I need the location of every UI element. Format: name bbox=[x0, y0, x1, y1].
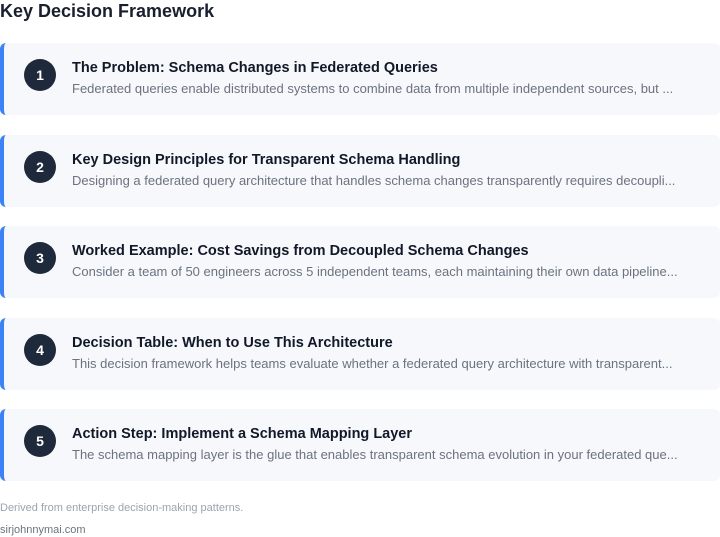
step-title: Worked Example: Cost Savings from Decoup… bbox=[72, 243, 529, 259]
step-description: The schema mapping layer is the glue tha… bbox=[72, 447, 678, 462]
step-title: The Problem: Schema Changes in Federated… bbox=[72, 60, 438, 76]
footer-source-link[interactable]: sirjohnnymai.com bbox=[0, 524, 86, 537]
step-card-4[interactable]: 4 Decision Table: When to Use This Archi… bbox=[0, 317, 720, 390]
step-number-badge: 2 bbox=[24, 150, 56, 183]
step-description: Consider a team of 50 engineers across 5… bbox=[72, 264, 678, 279]
step-number-badge: 4 bbox=[24, 333, 56, 366]
step-card-2[interactable]: 2 Key Design Principles for Transparent … bbox=[0, 134, 720, 207]
step-card-1[interactable]: 1 The Problem: Schema Changes in Federat… bbox=[0, 43, 720, 115]
step-number-badge: 3 bbox=[24, 242, 56, 274]
step-title: Action Step: Implement a Schema Mapping … bbox=[72, 426, 413, 442]
page-title: Key Decision Framework bbox=[0, 1, 215, 21]
step-description: Federated queries enable distributed sys… bbox=[72, 81, 674, 96]
step-title: Key Design Principles for Transparent Sc… bbox=[72, 151, 461, 168]
step-card-5[interactable]: 5 Action Step: Implement a Schema Mappin… bbox=[0, 409, 720, 481]
step-title: Decision Table: When to Use This Archite… bbox=[72, 334, 393, 351]
step-list: 1 The Problem: Schema Changes in Federat… bbox=[0, 43, 720, 501]
step-card-3[interactable]: 3 Worked Example: Cost Savings from Deco… bbox=[0, 226, 720, 298]
step-description: This decision framework helps teams eval… bbox=[72, 355, 673, 371]
step-number-badge: 5 bbox=[24, 425, 56, 457]
step-number-badge: 1 bbox=[24, 59, 56, 91]
footer-note: Derived from enterprise decision-making … bbox=[0, 502, 244, 514]
step-description: Designing a federated query architecture… bbox=[72, 172, 676, 188]
